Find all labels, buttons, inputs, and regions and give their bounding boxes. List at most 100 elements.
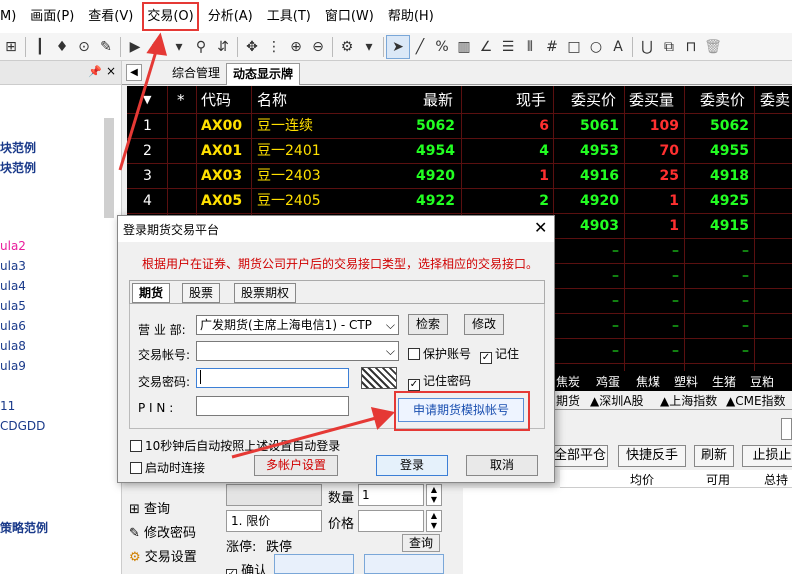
business-select[interactable]: 广发期货(主席上海电信1) - CTP ⌵ bbox=[196, 315, 399, 335]
exchange-tab[interactable]: ▲深圳A股 bbox=[590, 392, 643, 409]
account-select[interactable]: ⌵ bbox=[196, 341, 399, 361]
startup-connect-checkbox[interactable]: 启动时连接 bbox=[130, 459, 205, 476]
header-available[interactable]: 可用 bbox=[706, 471, 730, 488]
remember-checkbox[interactable]: ✓ 记住 bbox=[480, 345, 519, 364]
magnet-icon[interactable]: ⋃ bbox=[636, 36, 658, 58]
trash-icon[interactable]: 🗑 bbox=[702, 36, 724, 58]
menu-item-analysis[interactable]: 分析(A) bbox=[201, 0, 260, 33]
table-row[interactable]: 3 AX03 豆一2403 4920 1 4916 25 4918 bbox=[127, 164, 792, 189]
header-bid[interactable]: 委买价 bbox=[571, 86, 616, 114]
left-panel-item[interactable]: ula4 bbox=[0, 279, 26, 293]
stop-loss-button[interactable]: 止损止 bbox=[742, 445, 792, 467]
price-input[interactable] bbox=[358, 510, 424, 532]
quick-reverse-button[interactable]: 快捷反手 bbox=[618, 445, 686, 467]
menu-item-view[interactable]: 查看(V) bbox=[81, 0, 140, 33]
tab-dynamic-board[interactable]: 动态显示牌 bbox=[226, 63, 301, 85]
query-item[interactable]: ⊞ 查询 bbox=[129, 498, 170, 517]
left-panel-item[interactable]: 策略范例 bbox=[0, 519, 48, 536]
ellipse-tool-icon[interactable]: ○ bbox=[585, 36, 607, 58]
left-panel-item[interactable]: CDGDD bbox=[0, 419, 45, 433]
play-icon[interactable]: ▶ bbox=[124, 36, 146, 58]
sort-icon[interactable]: ▼ bbox=[143, 86, 151, 114]
header-name[interactable]: 名称 bbox=[257, 86, 287, 114]
zoom-in-icon[interactable]: ⊕ bbox=[285, 36, 307, 58]
tab-stocks[interactable]: 股票 bbox=[182, 283, 221, 303]
remember-password-checkbox[interactable]: ✓ 记住密码 bbox=[408, 372, 471, 391]
angle-tool-icon[interactable]: ∠ bbox=[475, 36, 497, 58]
tab-futures[interactable]: 期货 bbox=[132, 283, 171, 303]
left-panel-item[interactable]: ula8 bbox=[0, 339, 26, 353]
multi-account-button[interactable]: 多帐户设置 bbox=[254, 455, 338, 476]
hash-tool-icon[interactable]: # bbox=[541, 36, 563, 58]
left-panel-scrollbar[interactable] bbox=[104, 118, 114, 218]
login-button[interactable]: 登录 bbox=[376, 455, 448, 476]
level-tool-icon[interactable]: ☰ bbox=[497, 36, 519, 58]
menu-item-trade[interactable]: 交易(O) bbox=[140, 0, 200, 33]
table-row[interactable]: 4 AX05 豆一2405 4922 2 4920 1 4925 bbox=[127, 189, 792, 214]
buy-button[interactable] bbox=[274, 554, 354, 574]
left-panel-item[interactable]: 块范例 bbox=[0, 159, 36, 176]
tab-scroll-left-icon[interactable]: ◀ bbox=[126, 64, 142, 81]
quantity-stepper[interactable]: ▲ ▼ bbox=[426, 484, 442, 506]
menu-item-help[interactable]: 帮助(H) bbox=[381, 0, 441, 33]
left-panel-item[interactable]: 块范例 bbox=[0, 139, 36, 156]
line-tool-icon[interactable]: ╱ bbox=[409, 36, 431, 58]
password-input[interactable] bbox=[196, 368, 349, 388]
split-icon[interactable]: ⋮ bbox=[263, 36, 285, 58]
sell-button[interactable] bbox=[364, 554, 444, 574]
close-all-button[interactable]: 全部平仓 bbox=[552, 445, 608, 467]
query-button[interactable]: 查询 bbox=[402, 534, 440, 552]
move-icon[interactable]: ✥ bbox=[241, 36, 263, 58]
header-bid-qty[interactable]: 委买量 bbox=[629, 86, 674, 114]
keypad-icon[interactable] bbox=[361, 367, 397, 389]
pin-input[interactable] bbox=[196, 396, 349, 416]
header-ask-qty[interactable]: 委卖 bbox=[760, 86, 790, 114]
category-tab[interactable]: 焦炭 bbox=[556, 373, 580, 390]
close-icon[interactable]: ✕ bbox=[534, 218, 547, 237]
refresh-button[interactable]: 刷新 bbox=[694, 445, 734, 467]
fan-tool-icon[interactable]: ⫴ bbox=[519, 36, 541, 58]
menu-item-partial[interactable]: M) bbox=[0, 0, 23, 33]
auto-login-checkbox[interactable]: 10秒钟后自动按照上述设置自动登录 bbox=[130, 437, 340, 454]
left-panel-item[interactable]: ula3 bbox=[0, 259, 26, 273]
zoom-out-icon[interactable]: ⊖ bbox=[307, 36, 329, 58]
category-tab[interactable]: 鸡蛋 bbox=[596, 373, 620, 390]
gear-icon[interactable]: ⚙ bbox=[336, 36, 358, 58]
change-password-item[interactable]: ✎ 修改密码 bbox=[129, 522, 196, 541]
category-tab[interactable]: 焦煤 bbox=[636, 373, 660, 390]
header-avg-price[interactable]: 均价 bbox=[630, 471, 654, 488]
indicator-icon[interactable]: ⊙ bbox=[73, 36, 95, 58]
grid-icon[interactable]: ⊞ bbox=[0, 36, 22, 58]
settings-icon[interactable]: ⚙ bbox=[146, 36, 168, 58]
tab-stock-options[interactable]: 股票期权 bbox=[234, 283, 297, 303]
header-volume[interactable]: 现手 bbox=[516, 86, 546, 114]
trade-panel-edge[interactable] bbox=[781, 418, 792, 440]
search-button[interactable]: 检索 bbox=[408, 314, 448, 335]
apply-demo-account-button[interactable]: 申请期货模拟帐号 bbox=[398, 398, 524, 422]
left-panel-item[interactable]: ula2 bbox=[0, 239, 26, 253]
left-panel-item[interactable]: 11 bbox=[0, 399, 15, 413]
position-grid[interactable] bbox=[463, 488, 792, 574]
text-tool-icon[interactable]: A bbox=[607, 36, 629, 58]
left-panel-item[interactable]: ula5 bbox=[0, 299, 26, 313]
exchange-tab[interactable]: 期货 bbox=[556, 392, 580, 409]
quantity-input[interactable]: 1 bbox=[358, 484, 424, 506]
dropdown-icon[interactable]: ▾ bbox=[168, 36, 190, 58]
header-last[interactable]: 最新 bbox=[423, 86, 453, 114]
exchange-tab[interactable]: ▲CME指数 bbox=[726, 392, 786, 409]
trade-settings-item[interactable]: ⚙ 交易设置 bbox=[129, 546, 197, 565]
edit-icon[interactable]: ✎ bbox=[95, 36, 117, 58]
candlestick-icon[interactable]: ┃ bbox=[29, 36, 51, 58]
menu-item-screen[interactable]: 画面(P) bbox=[23, 0, 81, 33]
filter-icon[interactable]: ⚲ bbox=[190, 36, 212, 58]
price-stepper[interactable]: ▲ ▼ bbox=[426, 510, 442, 532]
menu-item-tools[interactable]: 工具(T) bbox=[260, 0, 318, 33]
chart-type-icon[interactable]: ♦ bbox=[51, 36, 73, 58]
contract-field[interactable] bbox=[226, 484, 322, 506]
pin-icon[interactable]: 📌 bbox=[88, 65, 102, 78]
header-ask[interactable]: 委卖价 bbox=[700, 86, 745, 114]
tab-overall-management[interactable]: 综合管理 bbox=[166, 63, 226, 85]
header-total[interactable]: 总持 bbox=[764, 471, 788, 488]
confirm-checkbox[interactable]: ✓ 确认 bbox=[226, 560, 267, 574]
modify-button[interactable]: 修改 bbox=[464, 314, 504, 335]
